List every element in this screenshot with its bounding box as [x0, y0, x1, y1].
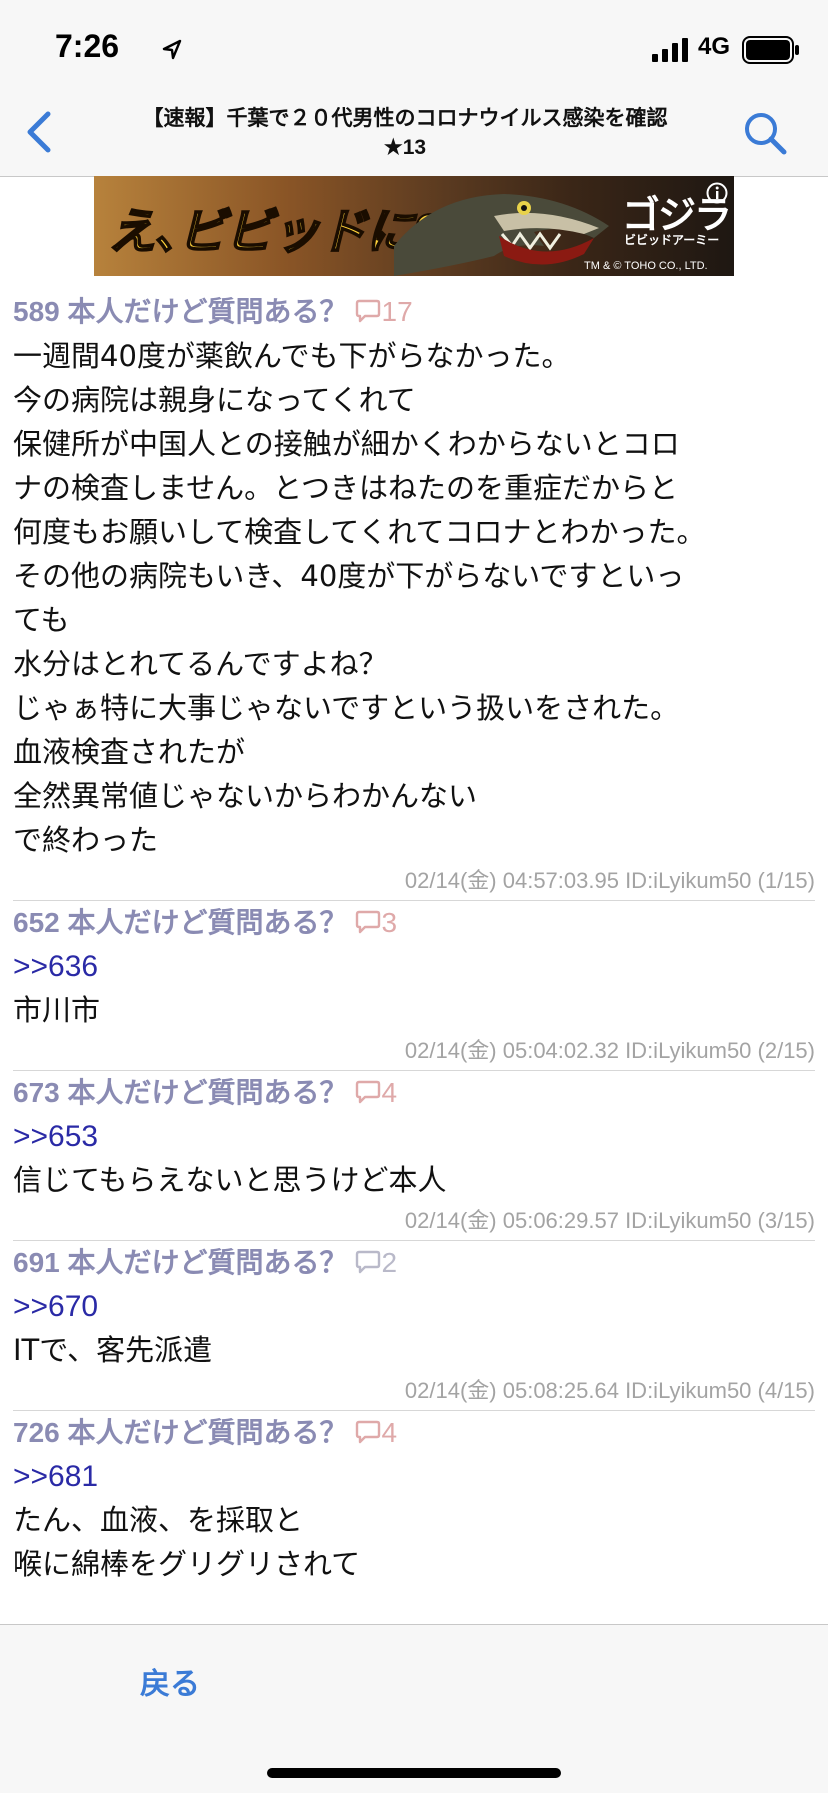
battery-icon [742, 36, 799, 64]
home-indicator[interactable] [267, 1768, 561, 1778]
status-time: 7:26 [55, 28, 120, 64]
post-meta: 02/14(金) 05:06:29.57 ID:iLyikum50 (3/15) [404, 1208, 815, 1233]
network-type: 4G [698, 33, 731, 60]
reply-count[interactable]: 3 [354, 907, 398, 938]
reply-count[interactable]: 17 [354, 296, 413, 327]
post-body-line: 何度もお願いして検査してくれてコロナとわかった。 [13, 515, 706, 549]
post-body-line: 水分はとれてるんですよね？ [13, 647, 388, 681]
post-body-line: 保健所が中国人との接触が細かくわからないとコロ [13, 427, 680, 461]
post-item: 589 本人だけど質問ある？ 17 一週間40度が薬飲んでも下がらなかった。 今の… [0, 290, 828, 900]
reply-anchor-link[interactable]: >>681 [13, 1455, 815, 1498]
post-list[interactable]: 589 本人だけど質問ある？ 17 一週間40度が薬飲んでも下がらなかった。 今の… [0, 290, 828, 1624]
post-body-line: その他の病院もいき、40度が下がらないですといっ [13, 559, 685, 593]
post-body-line: ても [13, 603, 70, 637]
thread-rating: ★13 [383, 136, 427, 159]
ad-subtitle: ビビッドアーミー [624, 233, 720, 247]
post-body-line: で終わった [13, 823, 159, 857]
post-body-line: 喉に綿棒をグリグリされて [13, 1547, 361, 1581]
back-button[interactable]: 戻る [140, 1659, 200, 1703]
navigation-bar: 【速報】千葉で２０代男性のコロナウイルス感染を確認 ★13 [0, 98, 828, 177]
back-chevron-icon[interactable] [22, 108, 58, 156]
post-body-line: 一週間40度が薬飲んでも下がらなかった。 [13, 339, 571, 373]
ad-copyright: TM & © TOHO CO., LTD. [584, 260, 708, 272]
post-number: 652 [13, 907, 60, 938]
search-icon[interactable] [740, 108, 790, 158]
poster-name: 本人だけど質問ある？ [67, 1247, 348, 1278]
post-item: 673 本人だけど質問ある？ 4 >>653 信じてもらえないと思うけど本人 02… [0, 1071, 828, 1240]
ad-banner[interactable]: え､ビビッドに? ゴジラ ビビッドアーミー TM & © TOHO CO., L… [94, 176, 734, 276]
poster-name: 本人だけど質問ある？ [67, 1417, 348, 1448]
post-body-line: たん、血液、を採取と [13, 1503, 304, 1537]
post-body-line: ナの検査しません。とつきはねたのを重症だからと [13, 471, 678, 505]
post-body-line: ITで、客先派遣 [13, 1333, 213, 1367]
reply-count-value: 3 [381, 907, 398, 938]
reply-count-value: 17 [381, 296, 413, 327]
post-body-line: じゃぁ特に大事じゃないですという扱いをされた。 [13, 691, 680, 725]
post-item: 691 本人だけど質問ある？ 2 >>670 ITで、客先派遣 02/14(金) … [0, 1241, 828, 1410]
reply-count[interactable]: 2 [354, 1247, 398, 1278]
location-arrow-icon [162, 39, 182, 60]
speech-bubble-icon [355, 1420, 380, 1444]
reply-count-value: 4 [381, 1077, 398, 1108]
reply-count-value: 4 [381, 1417, 398, 1448]
speech-bubble-icon [355, 910, 380, 934]
reply-anchor-link[interactable]: >>670 [13, 1285, 815, 1328]
reply-count[interactable]: 4 [354, 1417, 398, 1448]
post-header[interactable]: 726 本人だけど質問ある？ 4 [13, 1411, 815, 1455]
post-number: 673 [13, 1077, 60, 1108]
post-body-line: 今の病院は親身になってくれて [13, 383, 416, 417]
post-header[interactable]: 652 本人だけど質問ある？ 3 [13, 901, 815, 945]
poster-name: 本人だけど質問ある？ [67, 296, 348, 327]
post-meta: 02/14(金) 04:57:03.95 ID:iLyikum50 (1/15) [404, 868, 815, 893]
post-number: 691 [13, 1247, 60, 1278]
thread-title-line: 【速報】千葉で２０代男性のコロナウイルス感染を確認 [142, 107, 668, 130]
post-meta: 02/14(金) 05:08:25.64 ID:iLyikum50 (4/15) [404, 1378, 815, 1403]
thread-title: 【速報】千葉で２０代男性のコロナウイルス感染を確認 ★13 [90, 104, 720, 162]
post-header[interactable]: 673 本人だけど質問ある？ 4 [13, 1071, 815, 1115]
speech-bubble-icon [355, 299, 380, 323]
post-number: 589 [13, 296, 60, 327]
bottom-toolbar: 戻る [0, 1624, 828, 1793]
post-item: 726 本人だけど質問ある？ 4 >>681 たん、血液、を採取と 喉に綿棒をグリ… [0, 1411, 828, 1586]
ad-headline: え､ビビッドに? [107, 205, 443, 260]
reply-count-value: 2 [381, 1247, 398, 1278]
post-body-line: 全然異常値じゃないからわかんない [13, 779, 478, 813]
speech-bubble-icon [355, 1250, 380, 1274]
reply-anchor-link[interactable]: >>653 [13, 1115, 815, 1158]
post-header[interactable]: 589 本人だけど質問ある？ 17 [13, 290, 815, 334]
reply-count[interactable]: 4 [354, 1077, 398, 1108]
status-bar: 7:26 4G [0, 0, 828, 98]
post-item: 652 本人だけど質問ある？ 3 >>636 市川市 02/14(金) 05:04… [0, 901, 828, 1070]
post-body-line: 信じてもらえないと思うけど本人 [13, 1163, 447, 1197]
post-body-line: 市川市 [13, 993, 101, 1027]
speech-bubble-icon [355, 1080, 380, 1104]
poster-name: 本人だけど質問ある？ [67, 907, 348, 938]
post-meta: 02/14(金) 05:04:02.32 ID:iLyikum50 (2/15) [404, 1038, 815, 1063]
post-body-line: 血液検査されたが [13, 735, 246, 769]
reply-anchor-link[interactable]: >>636 [13, 945, 815, 988]
post-header[interactable]: 691 本人だけど質問ある？ 2 [13, 1241, 815, 1285]
info-icon[interactable] [706, 182, 728, 204]
post-number: 726 [13, 1417, 60, 1448]
cellular-signal-icon [652, 38, 688, 62]
poster-name: 本人だけど質問ある？ [67, 1077, 348, 1108]
